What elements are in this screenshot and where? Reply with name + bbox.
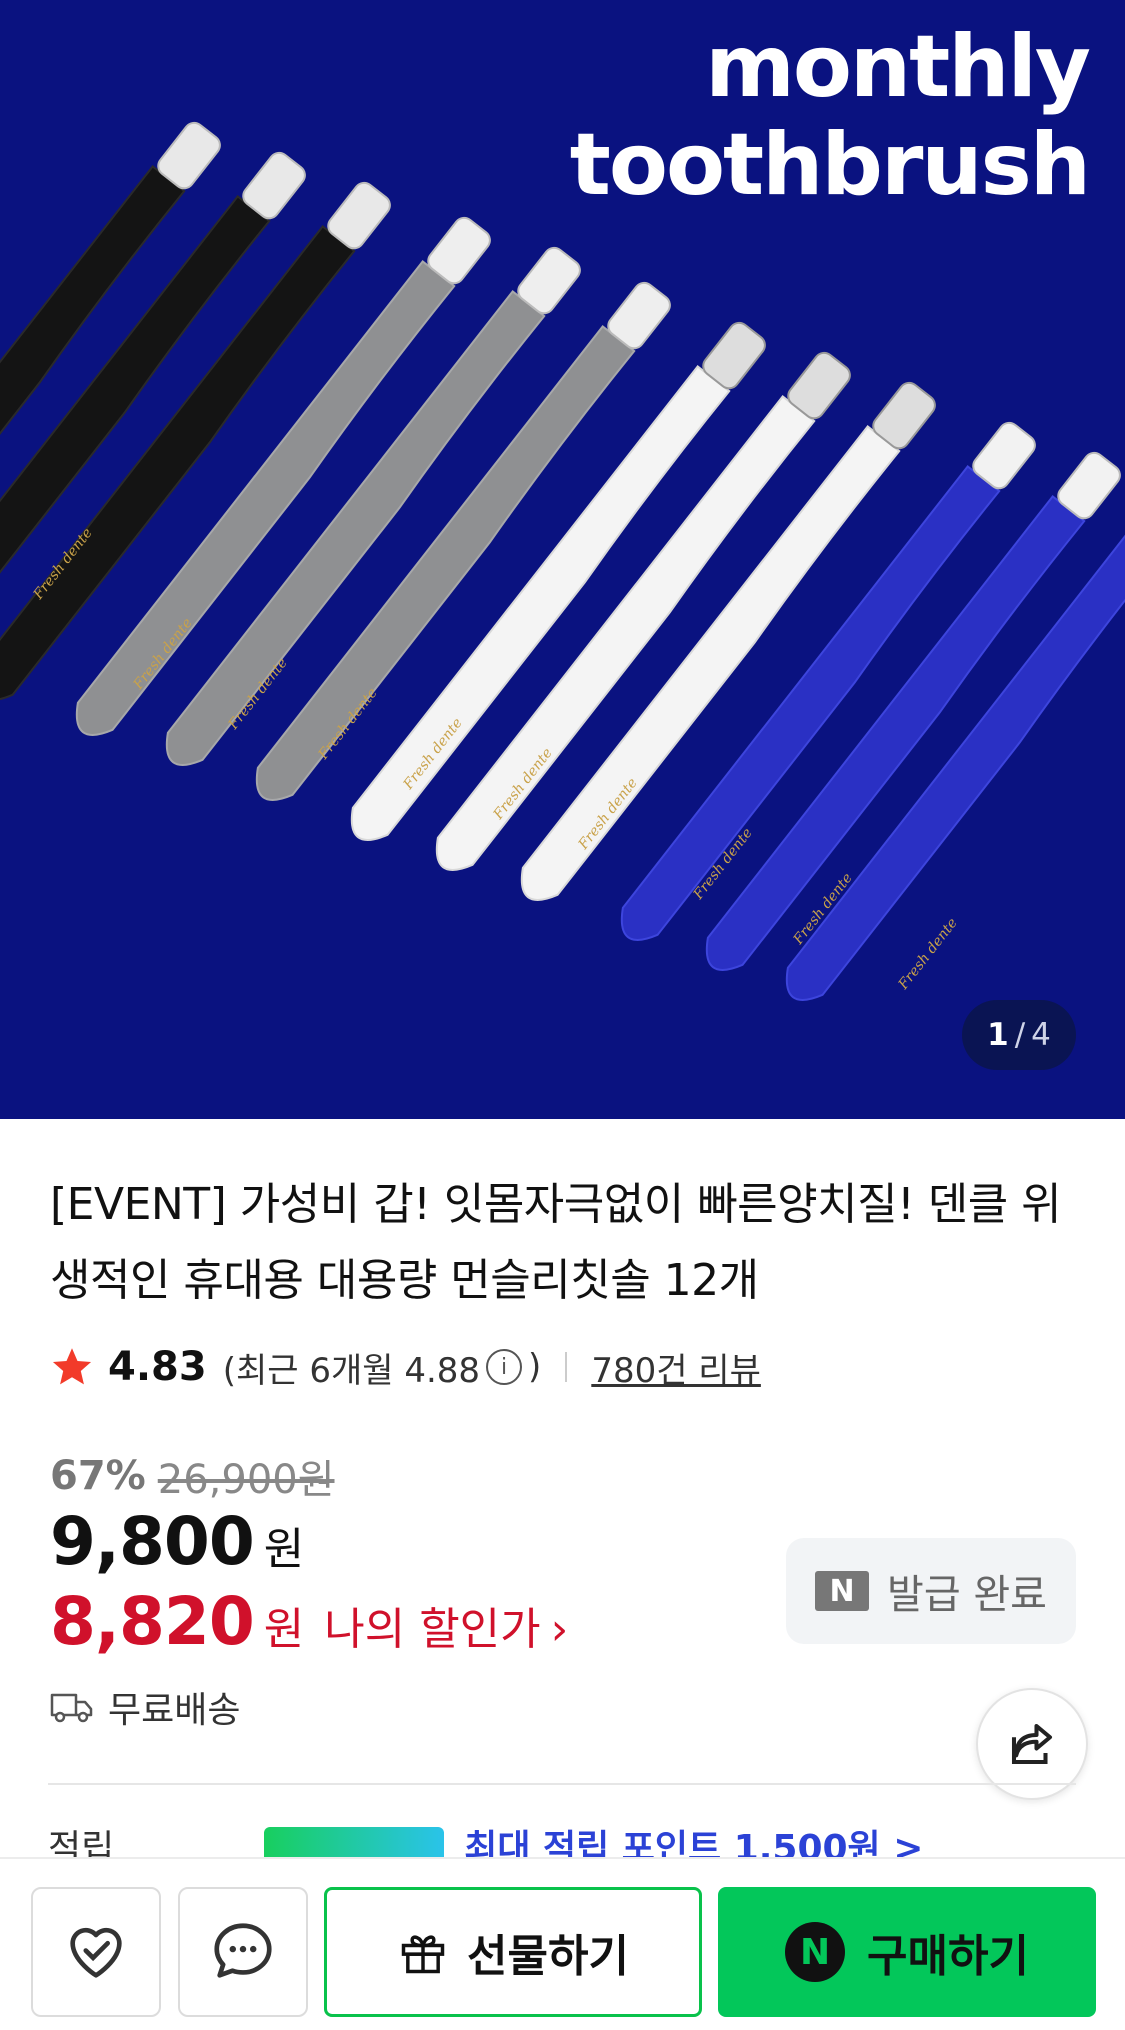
price-unit: 원: [263, 1524, 305, 1575]
gift-box-icon: [401, 1935, 445, 1974]
hero-title-line1: monthly: [705, 17, 1091, 117]
image-counter-separator: /: [1014, 1017, 1026, 1053]
gift-button[interactable]: 선물하기: [324, 1887, 702, 2017]
brush-print: Fresh dente: [895, 915, 961, 993]
image-counter-total: 4: [1031, 1017, 1051, 1053]
chat-bubble-icon: [214, 1923, 272, 1978]
my-discount-price-link[interactable]: 8,820 원 나의 할인가 ›: [50, 1583, 568, 1660]
rating-row: 4.83 (최근 6개월 4.88 i ) 780건 리뷰: [50, 1342, 761, 1392]
image-counter-current: 1: [987, 1017, 1009, 1053]
gift-label: 선물하기: [467, 1931, 629, 1982]
hero-title-line2: toothbrush: [569, 115, 1091, 215]
naver-n-icon: N: [815, 1571, 870, 1611]
product-title: [EVENT] 가성비 갑! 잇몸자극없이 빠른양치질! 덴클 위생적인 휴대용…: [50, 1179, 1062, 1306]
shipping-label: 무료배송: [108, 1690, 241, 1731]
my-price-label: 나의 할인가: [324, 1604, 541, 1655]
truck-icon: [50, 1693, 93, 1723]
my-price-unit: 원: [263, 1604, 305, 1655]
price-row: 9,800 원: [50, 1503, 304, 1580]
naver-pay-n-icon: N: [785, 1922, 846, 1982]
chat-button[interactable]: [178, 1887, 308, 2017]
reviews-link[interactable]: 780건 리뷰: [591, 1343, 761, 1392]
image-counter: 1 / 4: [962, 1000, 1076, 1070]
buy-label: 구매하기: [867, 1931, 1029, 1982]
sale-price: 9,800: [50, 1503, 255, 1580]
star-icon: [52, 1348, 92, 1385]
section-divider: [48, 1783, 1076, 1785]
shipping-row: 무료배송: [50, 1681, 240, 1733]
my-discount-price: 8,820: [50, 1583, 255, 1660]
bottom-action-bar: 선물하기 N 구매하기: [0, 1857, 1125, 2030]
buy-button[interactable]: N 구매하기: [718, 1887, 1096, 2017]
hero-title: monthly toothbrush: [449, 17, 1091, 215]
share-icon: [1011, 1723, 1053, 1765]
rating-score: 4.83: [108, 1344, 207, 1390]
divider: [565, 1352, 568, 1382]
recent-rating-text: (최근 6개월 4.88: [222, 1350, 481, 1391]
chevron-right-icon: ›: [550, 1604, 569, 1655]
product-image[interactable]: Fresh dente Fresh dente Fresh dente Fres…: [0, 0, 1125, 1119]
discount-rate: 67%: [50, 1453, 146, 1499]
wishlist-button[interactable]: [31, 1887, 161, 2017]
discount-row: 67% 26,900원: [50, 1447, 335, 1505]
coupon-label: 발급 완료: [887, 1572, 1047, 1618]
info-icon[interactable]: i: [486, 1349, 523, 1385]
heart-check-icon: [70, 1927, 122, 1978]
recent-rating-close: ): [528, 1347, 542, 1387]
product-info: [EVENT] 가성비 갑! 잇몸자극없이 빠른양치질! 덴클 위생적인 휴대용…: [0, 1119, 1125, 1869]
original-price: 26,900원: [157, 1457, 335, 1503]
coupon-issued-button[interactable]: N 발급 완료: [786, 1538, 1076, 1644]
